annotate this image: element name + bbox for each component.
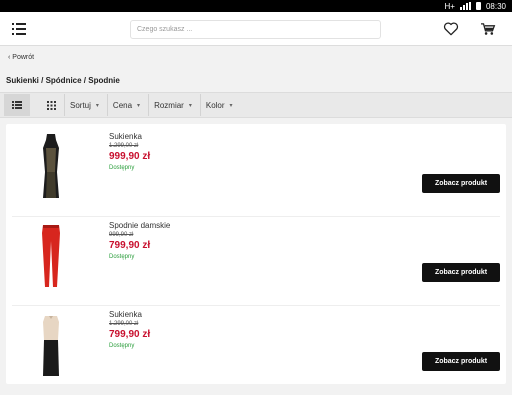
size-filter[interactable]: Rozmiar ▾ (148, 94, 200, 116)
chevron-down-icon: ▾ (229, 102, 233, 109)
chevron-left-icon: ‹ (8, 53, 11, 61)
cart-icon[interactable] (480, 22, 496, 36)
sort-dropdown[interactable]: Sortuj ▾ (64, 94, 107, 116)
old-price: 1.299,00 zł (109, 321, 139, 327)
clock: 08:30 (485, 1, 506, 11)
chevron-down-icon: ▾ (137, 102, 141, 109)
availability: Dostępny (109, 254, 135, 260)
price-filter[interactable]: Cena ▾ (106, 94, 148, 116)
back-label: Powrót (12, 53, 35, 61)
grid-view-button[interactable] (38, 94, 64, 116)
breadcrumb: Sukienki / Spódnice / Spodnie (0, 68, 512, 92)
old-price: 999,90 zł (109, 232, 134, 238)
grid-view-icon (46, 100, 56, 110)
product-card[interactable]: Sukienka 1.299,00 zł 799,90 zł Dostępny … (12, 306, 500, 395)
battery-icon (475, 2, 481, 10)
signal-icon (459, 2, 471, 10)
chevron-down-icon: ▾ (95, 102, 99, 109)
product-card[interactable]: Spodnie damskie 999,90 zł 799,90 zł Dost… (12, 217, 500, 306)
list-view-button[interactable] (4, 94, 30, 116)
product-name[interactable]: Sukienka (109, 132, 142, 141)
product-list: Sukienka 1.299,00 zł 999,90 zł Dostępny … (6, 124, 506, 384)
product-image[interactable] (36, 310, 66, 380)
product-image[interactable] (36, 221, 66, 291)
sort-label: Sortuj (70, 100, 91, 110)
product-image[interactable] (36, 132, 66, 202)
view-product-button[interactable]: Zobacz produkt (422, 263, 500, 282)
list-view-icon (12, 101, 22, 109)
back-link[interactable]: ‹ Powrót (0, 46, 512, 68)
product-name[interactable]: Spodnie damskie (109, 221, 170, 230)
listing-toolbar: Sortuj ▾ Cena ▾ Rozmiar ▾ Kolor ▾ (0, 92, 512, 118)
price: 799,90 zł (109, 329, 151, 340)
search-input[interactable]: Czego szukasz ... (130, 20, 381, 39)
view-product-button[interactable]: Zobacz produkt (422, 174, 500, 193)
color-filter[interactable]: Kolor ▾ (199, 94, 241, 116)
size-filter-label: Rozmiar (154, 100, 184, 110)
price: 799,90 zł (109, 240, 151, 251)
old-price: 1.299,00 zł (109, 143, 139, 149)
status-bar: H+ 08:30 (0, 0, 512, 12)
app-header: Czego szukasz ... (0, 12, 512, 46)
color-filter-label: Kolor (205, 100, 225, 110)
heart-icon[interactable] (443, 22, 459, 36)
product-name[interactable]: Sukienka (109, 310, 142, 319)
price: 999,90 zł (109, 151, 151, 162)
availability: Dostępny (109, 343, 135, 349)
network-type: H+ (444, 1, 455, 11)
price-filter-label: Cena (112, 100, 133, 110)
chevron-down-icon: ▾ (188, 102, 192, 109)
view-product-button[interactable]: Zobacz produkt (422, 352, 500, 371)
availability: Dostępny (109, 165, 135, 171)
menu-icon[interactable] (12, 21, 32, 37)
product-card[interactable]: Sukienka 1.299,00 zł 999,90 zł Dostępny … (12, 128, 500, 217)
